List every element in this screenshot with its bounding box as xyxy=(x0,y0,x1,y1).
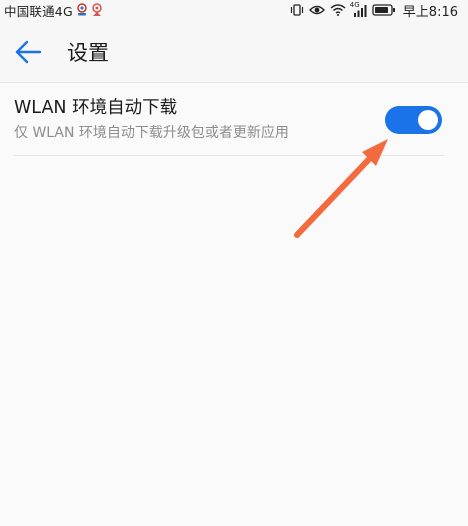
app-notification-icon xyxy=(91,3,103,17)
status-bar-left: 中国联通4G xyxy=(0,1,103,20)
setting-title: WLAN 环境自动下载 xyxy=(14,98,178,118)
vibrate-icon xyxy=(290,4,304,16)
page-title: 设置 xyxy=(67,41,109,65)
battery-icon xyxy=(372,4,396,16)
network-type-label: 4G xyxy=(349,0,360,9)
back-button[interactable] xyxy=(12,36,44,68)
app-header: 设置 xyxy=(0,20,468,83)
clock-time: 早上8:16 xyxy=(402,4,458,20)
list-divider xyxy=(14,155,444,156)
carrier-label: 中国联通4G xyxy=(4,3,73,19)
status-bar-right: 4G 早上8:16 xyxy=(290,1,468,20)
weibo-notification-icon xyxy=(76,3,88,17)
eye-icon xyxy=(308,4,325,16)
wifi-icon xyxy=(330,4,346,16)
settings-screen: 中国联通4G 4G 早上8:16 设置 WLAN 环境自动下载 仅 WLAN 环… xyxy=(0,0,468,526)
toggle-knob xyxy=(418,110,438,130)
wlan-auto-download-toggle[interactable] xyxy=(385,106,442,134)
signal-icon: 4G xyxy=(349,0,367,17)
status-bar: 中国联通4G 4G 早上8:16 xyxy=(0,0,468,20)
arrow-left-icon xyxy=(15,40,42,64)
setting-description: 仅 WLAN 环境自动下载升级包或者更新应用 xyxy=(14,125,289,141)
